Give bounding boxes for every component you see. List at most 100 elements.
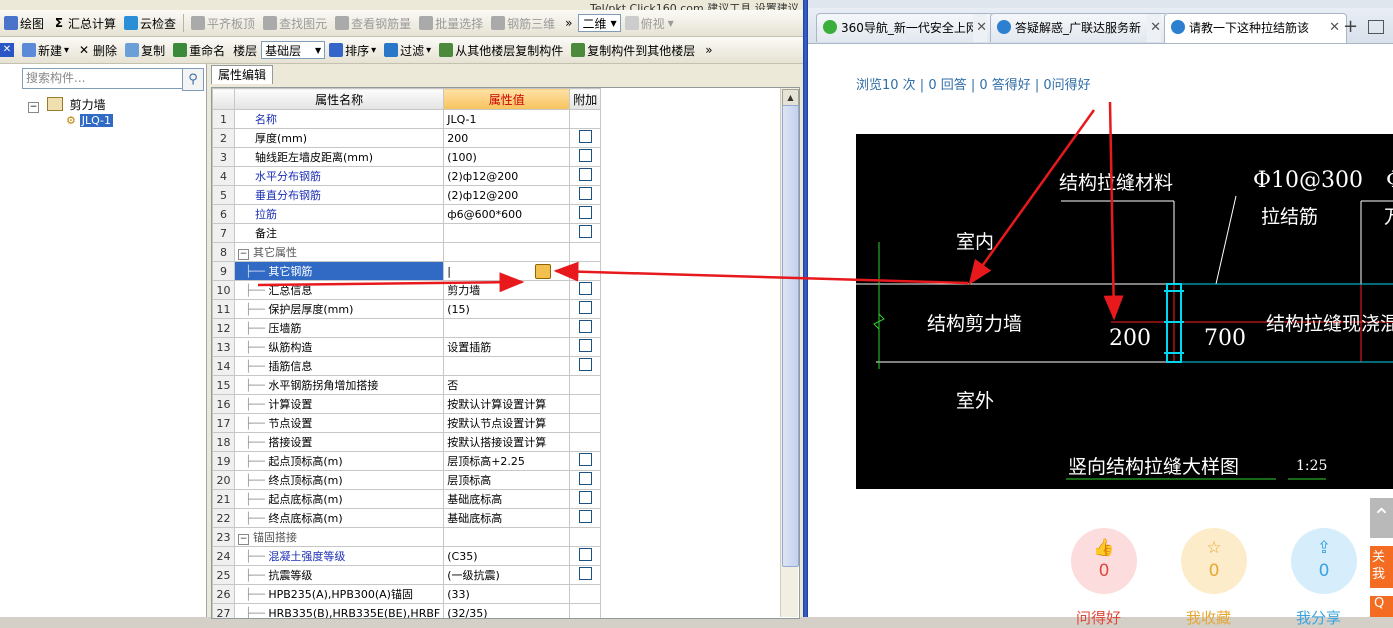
attach-cell[interactable] [569, 546, 602, 566]
table-row[interactable]: 21 ├── 起点底标高(m) 基础底标高 [212, 489, 602, 509]
table-row[interactable]: 17 ├── 节点设置 按默认节点设置计算 [212, 413, 602, 433]
property-value-cell[interactable]: 层顶标高 [443, 470, 571, 490]
property-value-cell[interactable]: 基础底标高 [443, 508, 571, 528]
property-value-cell[interactable]: (15) [443, 299, 571, 319]
attach-checkbox[interactable] [578, 548, 592, 561]
property-value-cell[interactable]: ф6@600*600 [443, 204, 571, 224]
collapse-icon[interactable]: − [238, 249, 249, 260]
attach-cell[interactable] [569, 318, 602, 338]
tab-list-icon[interactable] [1368, 20, 1384, 34]
collapse-icon[interactable]: − [238, 534, 249, 545]
qq-button[interactable]: Q [1370, 596, 1393, 617]
component-search-input[interactable]: 搜索构件... [22, 68, 185, 89]
tree-root-item[interactable]: − 剪力墙 [28, 96, 106, 113]
attach-cell[interactable] [569, 166, 602, 186]
attach-cell[interactable] [569, 337, 602, 357]
attach-cell[interactable] [569, 185, 602, 205]
property-value-cell[interactable]: (100) [443, 147, 571, 167]
property-name-cell[interactable]: 名称 [233, 109, 445, 129]
table-row[interactable]: 10 ├── 汇总信息 剪力墙 [212, 280, 602, 300]
attach-checkbox[interactable] [578, 187, 592, 200]
attach-checkbox[interactable] [578, 301, 592, 314]
browser-tab-glodon[interactable]: 答疑解惑_广联达服务新 ✕ [990, 13, 1168, 42]
toolbar2-items-button-3[interactable]: 复制 [121, 39, 169, 61]
attach-checkbox[interactable] [578, 149, 592, 162]
attach-checkbox[interactable] [578, 282, 592, 295]
browser-tab-360[interactable]: 360导航_新一代安全上网 ✕ [816, 13, 994, 42]
property-value-cell[interactable]: JLQ-1 [443, 109, 571, 129]
property-name-cell[interactable]: 厚度(mm) [233, 128, 445, 148]
table-row[interactable]: 19 ├── 起点顶标高(m) 层顶标高+2.25 [212, 451, 602, 471]
property-name-cell[interactable]: ├── 插筋信息 [233, 356, 445, 376]
attach-cell[interactable] [569, 223, 602, 243]
property-name-cell[interactable]: 拉筋 [233, 204, 445, 224]
property-value-cell[interactable]: (C35) [443, 546, 571, 566]
table-row[interactable]: 6 拉筋 ф6@600*600 [212, 204, 602, 224]
property-value-cell[interactable]: 基础底标高 [443, 489, 571, 509]
table-row[interactable]: 25 ├── 抗震等级 (一级抗震) [212, 565, 602, 585]
table-row[interactable]: 14 ├── 插筋信息 [212, 356, 602, 376]
view-direction-combo[interactable]: 俯视 ▼ [621, 12, 678, 34]
property-value-cell[interactable] [443, 242, 570, 262]
table-row[interactable]: 12 ├── 压墙筋 [212, 318, 602, 338]
attach-cell[interactable] [569, 470, 602, 490]
close-panel-icon[interactable]: ✕ [0, 43, 14, 57]
property-value-cell[interactable] [443, 527, 570, 547]
floor-select[interactable]: 基础层 ▼ [261, 41, 326, 59]
new-tab-button[interactable]: + [1343, 16, 1358, 37]
property-name-cell[interactable]: ├── 其它钢筋 [233, 261, 445, 281]
attach-cell[interactable] [569, 565, 602, 585]
toolbar-button-6[interactable]: 查看钢筋量 [331, 12, 415, 34]
property-name-cell[interactable]: 轴线距左墙皮距离(mm) [233, 147, 445, 167]
attach-checkbox[interactable] [578, 491, 592, 504]
attach-cell[interactable] [569, 147, 602, 167]
table-row[interactable]: 24 ├── 混凝土强度等级 (C35) [212, 546, 602, 566]
table-row[interactable]: 16 ├── 计算设置 按默认计算设置计算 [212, 394, 602, 414]
property-name-cell[interactable]: ├── 终点底标高(m) [233, 508, 445, 528]
property-name-cell[interactable]: − 锚固搭接 [233, 527, 445, 547]
favorite-button[interactable]: ☆ 0 [1181, 528, 1247, 594]
close-tab-icon[interactable]: ✕ [973, 14, 987, 42]
scroll-thumb[interactable] [782, 105, 799, 567]
property-name-cell[interactable]: ├── HPB235(A),HPB300(A)锚固 [233, 584, 445, 604]
property-name-cell[interactable]: ├── 搭接设置 [233, 432, 445, 452]
view-mode-combo[interactable]: 二维 ▼ [578, 14, 621, 32]
property-value-cell[interactable]: (一级抗震) [443, 565, 571, 585]
property-value-cell[interactable]: 设置插筋 [443, 337, 571, 357]
follow-button[interactable]: 关我 [1370, 546, 1393, 588]
property-value-cell[interactable]: 200 [443, 128, 571, 148]
table-row[interactable]: 26 ├── HPB235(A),HPB300(A)锚固 (33) [212, 584, 602, 604]
tab-property-edit[interactable]: 属性编辑 [211, 65, 273, 84]
toolbar-overflow-button[interactable]: » [559, 16, 578, 30]
property-name-cell[interactable]: 备注 [233, 223, 445, 243]
scroll-up-icon[interactable]: ▲ [782, 89, 799, 106]
property-value-cell[interactable] [443, 223, 571, 243]
attach-checkbox[interactable] [578, 339, 592, 352]
toolbar2-items2-button-3[interactable]: 从其他楼层复制构件 [435, 39, 567, 61]
attach-checkbox[interactable] [578, 567, 592, 580]
toolbar2-items2-button-4[interactable]: 复制构件到其他楼层 [567, 39, 699, 61]
table-row[interactable]: 2 厚度(mm) 200 [212, 128, 602, 148]
property-name-cell[interactable]: ├── 纵筋构造 [233, 337, 445, 357]
table-row[interactable]: 4 水平分布钢筋 (2)ф12@200 [212, 166, 602, 186]
attach-cell[interactable] [569, 280, 602, 300]
close-tab-icon[interactable]: ✕ [1326, 14, 1340, 42]
table-row[interactable]: 5 垂直分布钢筋 (2)ф12@200 [212, 185, 602, 205]
like-question-button[interactable]: 👍 0 [1071, 528, 1137, 594]
table-row[interactable]: 20 ├── 终点顶标高(m) 层顶标高 [212, 470, 602, 490]
collapse-icon[interactable]: − [28, 102, 39, 113]
toolbar-button-3[interactable]: 云检查 [120, 12, 180, 34]
attach-checkbox[interactable] [578, 358, 592, 371]
property-name-cell[interactable]: ├── 水平钢筋拐角增加搭接 [233, 375, 445, 395]
toolbar2-items-button-4[interactable]: 重命名 [169, 39, 229, 61]
attach-checkbox[interactable] [578, 472, 592, 485]
property-name-cell[interactable]: ├── 计算设置 [233, 394, 445, 414]
attach-checkbox[interactable] [578, 510, 592, 523]
property-name-cell[interactable]: ├── 混凝土强度等级 [233, 546, 445, 566]
property-name-cell[interactable]: − 其它属性 [233, 242, 445, 262]
property-name-cell[interactable]: 垂直分布钢筋 [233, 185, 445, 205]
attach-checkbox[interactable] [578, 130, 592, 143]
property-value-cell[interactable]: 剪力墙 [443, 280, 571, 300]
toolbar-button-2[interactable]: Σ 汇总计算 [48, 12, 120, 34]
attach-cell[interactable] [569, 204, 602, 224]
